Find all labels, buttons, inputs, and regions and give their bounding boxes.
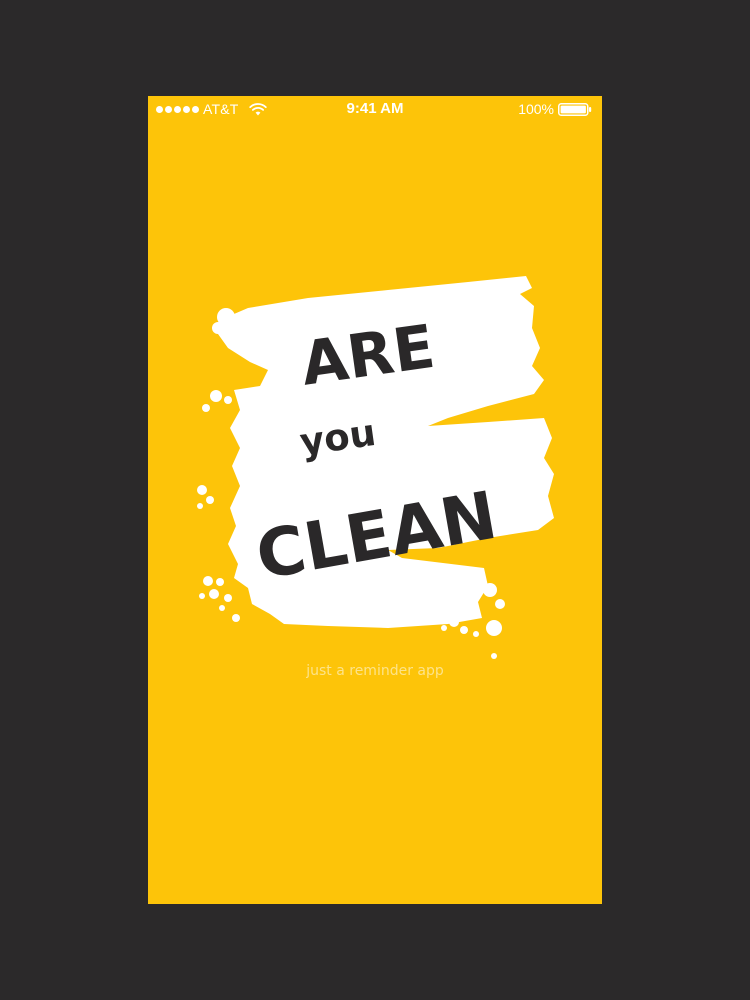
status-bar-right: 100% — [518, 101, 592, 117]
app-screen: AT&T 9:41 AM 100% ARE you CLEAN just a r… — [148, 96, 602, 904]
tagline: just a reminder app — [306, 663, 444, 679]
battery-icon — [558, 102, 592, 116]
splash-logo: ARE you CLEAN — [197, 276, 554, 659]
status-bar: AT&T 9:41 AM 100% — [148, 96, 602, 122]
battery-percent: 100% — [518, 101, 554, 117]
